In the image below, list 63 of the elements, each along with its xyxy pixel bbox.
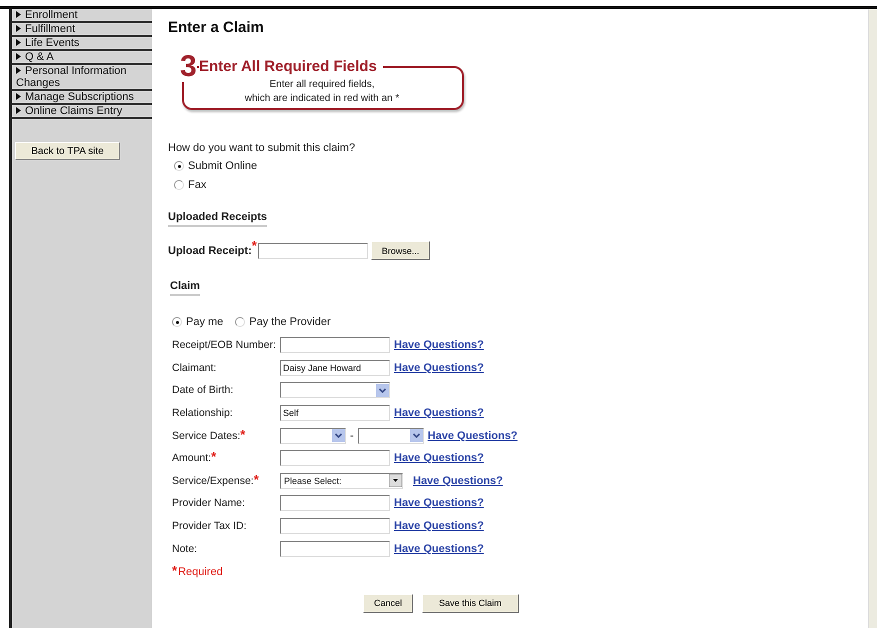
back-button[interactable]: Back to TPA site: [15, 142, 120, 160]
field-label: Claimant:: [172, 362, 216, 374]
date-separator: -: [350, 430, 354, 442]
upload-label: Upload Receipt:: [168, 244, 252, 256]
date-select-field[interactable]: [280, 428, 346, 444]
step-title: Enter All Required Fields: [199, 58, 383, 75]
step-number: 3: [180, 52, 197, 82]
section-heading: Uploaded Receipts: [168, 211, 268, 227]
save-button[interactable]: Save this Claim: [422, 594, 519, 613]
text-field[interactable]: [280, 540, 390, 557]
help-link[interactable]: Have Questions?: [394, 542, 484, 555]
text-field[interactable]: Daisy Jane Howard: [280, 360, 390, 376]
field-label: Amount:: [172, 452, 212, 464]
required-mark: *: [211, 452, 216, 462]
sidebar-link[interactable]: Enrollment: [12, 9, 152, 23]
section-heading: Claim: [170, 280, 200, 296]
sidebar-link[interactable]: Personal Information Changes: [12, 65, 152, 91]
sidebar-link[interactable]: Q & A: [12, 51, 152, 65]
text-field[interactable]: [280, 495, 390, 512]
dropdown-arrow-icon: [389, 474, 402, 488]
text-field[interactable]: [280, 518, 390, 534]
help-link[interactable]: Have Questions?: [394, 407, 484, 420]
help-link[interactable]: Have Questions?: [394, 520, 484, 532]
field-label: Service Dates:: [172, 430, 240, 442]
select-field[interactable]: [280, 382, 390, 398]
sidebar-link[interactable]: Life Events: [12, 37, 152, 51]
text-field[interactable]: [280, 450, 390, 466]
help-link[interactable]: Have Questions?: [394, 452, 484, 464]
radio-option[interactable]: Pay me: [172, 316, 224, 328]
sidebar-link[interactable]: Manage Subscriptions: [12, 91, 152, 105]
step-instructions: Enter all required fields, which are indicated in red with an *: [244, 78, 400, 106]
help-link[interactable]: Have Questions?: [394, 362, 484, 374]
required-mark: *: [254, 474, 259, 485]
sidebar-link[interactable]: Fulfillment: [12, 23, 152, 37]
submit-question: How do you want to submit this claim?: [168, 142, 356, 154]
field-label: Note:: [172, 542, 198, 555]
help-link[interactable]: Have Questions?: [394, 497, 484, 510]
radio-option[interactable]: Pay the Provider: [235, 316, 331, 328]
required-mark: *: [252, 241, 257, 251]
page-title: Enter a Claim: [168, 19, 265, 36]
cancel-button[interactable]: Cancel: [363, 594, 414, 613]
required-note: Required: [178, 566, 223, 578]
text-field[interactable]: [280, 337, 390, 354]
date-select-field[interactable]: [358, 428, 424, 444]
required-mark: *: [172, 566, 178, 576]
field-label: Service/Expense:: [172, 474, 254, 487]
field-label: Receipt/EOB Number:: [172, 339, 276, 352]
help-link[interactable]: Have Questions?: [413, 474, 503, 487]
help-link[interactable]: Have Questions?: [428, 430, 518, 442]
browse-button[interactable]: Browse...: [370, 241, 430, 260]
radio-option[interactable]: Submit Online: [174, 160, 868, 172]
help-link[interactable]: Have Questions?: [394, 339, 484, 352]
text-field[interactable]: Self: [280, 405, 390, 422]
field-label: Relationship:: [172, 407, 233, 420]
required-mark: *: [240, 430, 246, 440]
field-label: Date of Birth:: [172, 384, 234, 396]
scrollbar[interactable]: [868, 9, 877, 628]
field-label: Provider Name:: [172, 497, 245, 510]
field-label: Provider Tax ID:: [172, 520, 246, 532]
dropdown-field[interactable]: Please Select:: [280, 472, 403, 489]
radio-option[interactable]: Fax: [174, 179, 868, 191]
sidebar-link[interactable]: Online Claims Entry: [12, 105, 152, 119]
file-field[interactable]: [258, 242, 368, 258]
